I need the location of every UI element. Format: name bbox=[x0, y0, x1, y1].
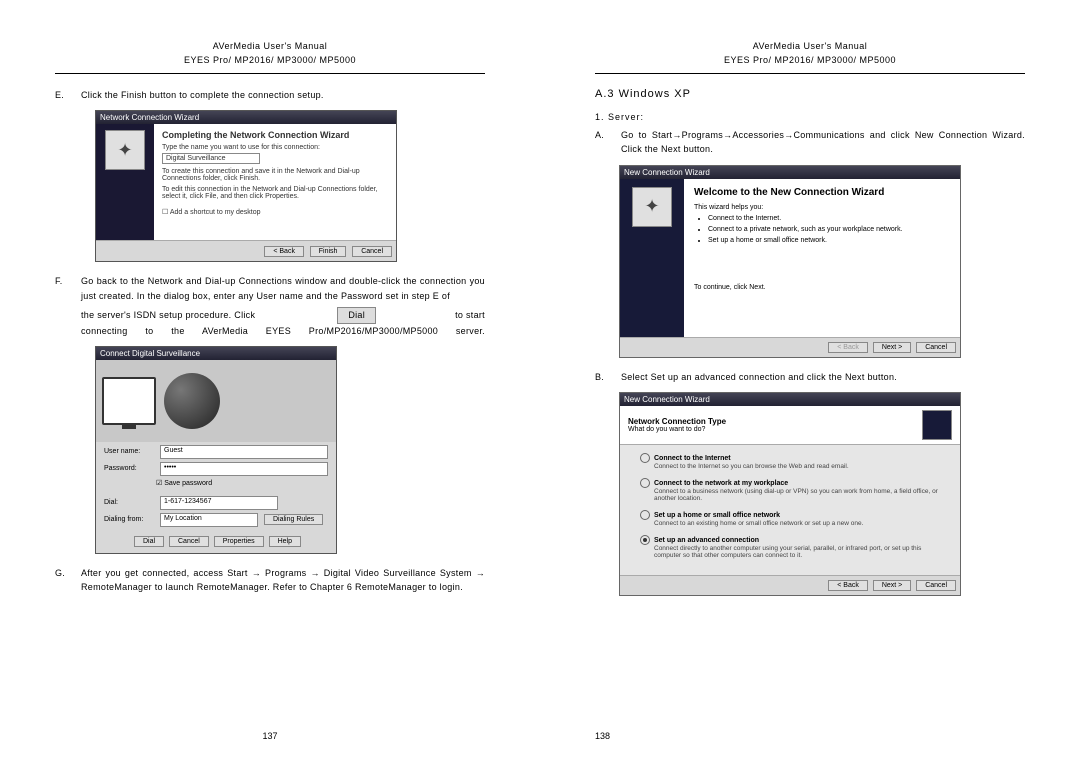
next-button[interactable]: Next > bbox=[873, 580, 911, 591]
wizard-sidebar: ✦ bbox=[96, 124, 154, 240]
monitor-icon bbox=[102, 377, 156, 425]
dialing-from-select[interactable]: My Location bbox=[160, 513, 258, 527]
step-b: B. Select Set up an advanced connection … bbox=[595, 370, 1025, 384]
header-title-right: AVerMedia User's Manual bbox=[595, 40, 1025, 54]
option-home-network[interactable]: Set up a home or small office network Co… bbox=[640, 510, 940, 527]
wizard-heading: Completing the Network Connection Wizard bbox=[162, 130, 388, 140]
dialog-connect: Connect Digital Surveillance User name:G… bbox=[95, 346, 337, 554]
option-advanced-connection[interactable]: Set up an advanced connection Connect di… bbox=[640, 535, 940, 559]
dial-button[interactable]: Dial bbox=[134, 536, 164, 547]
dialog-new-connection-wizard: New Connection Wizard ✦ Welcome to the N… bbox=[619, 165, 961, 358]
screenshot-xp-wizard-welcome: New Connection Wizard ✦ Welcome to the N… bbox=[619, 165, 1025, 358]
properties-button[interactable]: Properties bbox=[214, 536, 264, 547]
header-title-left: AVerMedia User's Manual bbox=[55, 40, 485, 54]
page-left: AVerMedia User's Manual EYES Pro/ MP2016… bbox=[0, 0, 540, 763]
cancel-button[interactable]: Cancel bbox=[916, 580, 956, 591]
back-button[interactable]: < Back bbox=[264, 246, 304, 257]
screenshot-connect-dialog: Connect Digital Surveillance User name:G… bbox=[95, 346, 485, 554]
wizard-sidebar: ✦ bbox=[620, 179, 684, 337]
page-spread: AVerMedia User's Manual EYES Pro/ MP2016… bbox=[0, 0, 1080, 763]
connect-titlebar: Connect Digital Surveillance bbox=[96, 347, 336, 360]
header-rule bbox=[595, 73, 1025, 74]
step-f: F. Go back to the Network and Dial-up Co… bbox=[55, 274, 485, 338]
password-field[interactable]: ••••• bbox=[160, 462, 328, 476]
save-password-checkbox[interactable]: ☑ Save password bbox=[156, 479, 336, 487]
wizard-titlebar: Network Connection Wizard bbox=[96, 111, 396, 124]
step-e: E. Click the Finish button to complete t… bbox=[55, 88, 485, 102]
header-sub-right: EYES Pro/ MP2016/ MP3000/ MP5000 bbox=[595, 54, 1025, 68]
connection-icon: ✦ bbox=[632, 187, 672, 227]
screenshot-network-wizard-finish: Network Connection Wizard ✦ Completing t… bbox=[95, 110, 485, 262]
shortcut-checkbox[interactable]: ☐ Add a shortcut to my desktop bbox=[162, 208, 388, 216]
screenshot-xp-wizard-type: New Connection Wizard Network Connection… bbox=[619, 392, 1025, 596]
back-button: < Back bbox=[828, 342, 868, 353]
dial-inline-button[interactable]: Dial bbox=[337, 307, 376, 323]
page-number-right: 138 bbox=[540, 731, 1080, 741]
connection-icon: ✦ bbox=[105, 130, 145, 170]
help-button[interactable]: Help bbox=[269, 536, 301, 547]
cancel-button[interactable]: Cancel bbox=[352, 246, 392, 257]
dialing-rules-button[interactable]: Dialing Rules bbox=[264, 514, 323, 525]
dialog-connection-type: New Connection Wizard Network Connection… bbox=[619, 392, 961, 596]
username-field[interactable]: Guest bbox=[160, 445, 328, 459]
step-1-server: 1. Server: bbox=[595, 112, 1025, 122]
dialog-network-connection-wizard: Network Connection Wizard ✦ Completing t… bbox=[95, 110, 397, 262]
section-heading: A.3 Windows XP bbox=[595, 88, 1025, 100]
header-rule bbox=[55, 73, 485, 74]
back-button[interactable]: < Back bbox=[828, 580, 868, 591]
connection-name-field[interactable]: Digital Surveillance bbox=[162, 153, 260, 164]
option-connect-internet[interactable]: Connect to the Internet Connect to the I… bbox=[640, 453, 940, 470]
page-number-left: 137 bbox=[0, 731, 540, 741]
header-sub-left: EYES Pro/ MP2016/ MP3000/ MP5000 bbox=[55, 54, 485, 68]
cancel-button[interactable]: Cancel bbox=[916, 342, 956, 353]
globe-icon bbox=[164, 373, 220, 429]
page-right: AVerMedia User's Manual EYES Pro/ MP2016… bbox=[540, 0, 1080, 763]
option-connect-workplace[interactable]: Connect to the network at my workplace C… bbox=[640, 478, 940, 502]
cancel-button-2[interactable]: Cancel bbox=[169, 536, 209, 547]
next-button[interactable]: Next > bbox=[873, 342, 911, 353]
step-a: A. Go to Start→Programs→Accessories→Comm… bbox=[595, 128, 1025, 157]
finish-button[interactable]: Finish bbox=[310, 246, 347, 257]
step-g: G. After you get connected, access Start… bbox=[55, 566, 485, 595]
wizard-header-icon bbox=[922, 410, 952, 440]
dial-field[interactable]: 1-617-1234567 bbox=[160, 496, 278, 510]
